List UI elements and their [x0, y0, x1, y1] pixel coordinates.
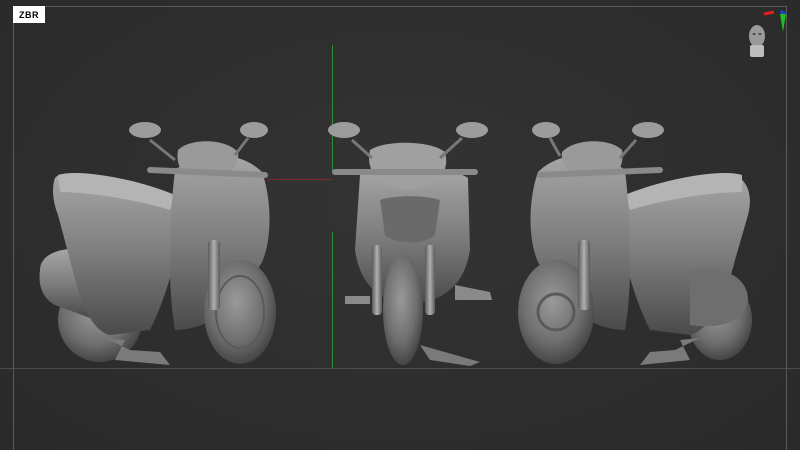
3d-viewport[interactable]: ZBR [0, 0, 800, 450]
scooter-view-front[interactable] [328, 122, 492, 366]
scooter-model[interactable] [0, 0, 800, 450]
scooter-view-right[interactable] [518, 122, 752, 365]
scooter-view-left[interactable] [39, 122, 276, 365]
